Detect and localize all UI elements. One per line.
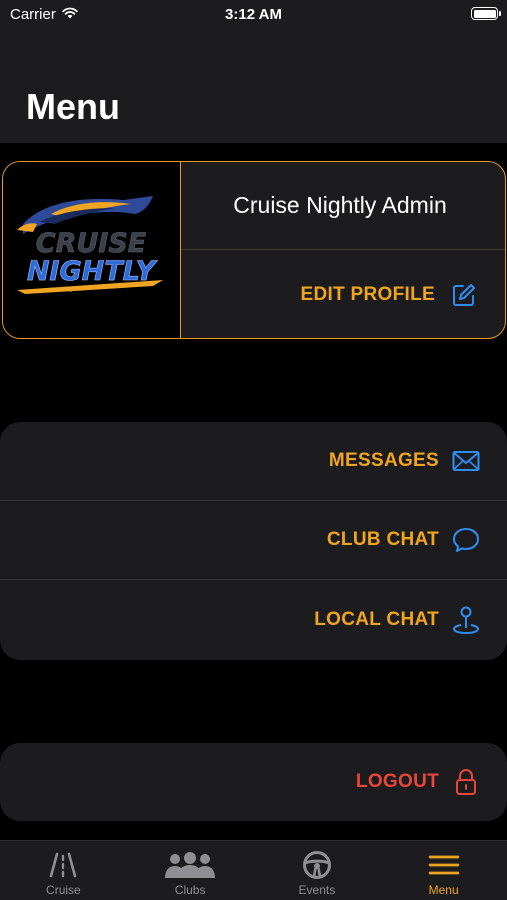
club-chat-label: CLUB CHAT (326, 529, 439, 550)
location-pin-icon (451, 605, 481, 635)
profile-card: CRUISE NIGHTLY Cruise Nightly Admin EDIT… (2, 161, 506, 339)
people-icon (163, 849, 217, 881)
edit-profile-button[interactable]: EDIT PROFILE (181, 251, 505, 338)
messages-button[interactable]: MESSAGES (0, 422, 507, 501)
edit-icon (449, 280, 479, 310)
status-time: 3:12 AM (225, 6, 282, 23)
tab-bar: Cruise Clubs Events Menu (0, 840, 507, 900)
profile-name-row: Cruise Nightly Admin (181, 162, 505, 250)
tab-cruise-label: Cruise (46, 883, 81, 897)
menu-group: MESSAGES CLUB CHAT LOCAL CHAT (0, 422, 507, 660)
club-chat-button[interactable]: CLUB CHAT (0, 501, 507, 580)
tab-menu[interactable]: Menu (380, 841, 507, 900)
battery-icon (471, 7, 501, 20)
chat-bubble-icon (451, 525, 481, 555)
tab-events-label: Events (298, 883, 336, 897)
logout-button[interactable]: LOGOUT (0, 743, 507, 821)
tab-clubs-label: Clubs (174, 883, 206, 897)
tab-menu-label: Menu (428, 883, 459, 897)
tab-events[interactable]: Events (254, 841, 381, 900)
cruise-nightly-logo: CRUISE NIGHTLY (3, 162, 181, 338)
svg-text:CRUISE: CRUISE (36, 228, 147, 259)
profile-name: Cruise Nightly Admin (233, 192, 447, 218)
local-chat-label: LOCAL CHAT (314, 608, 439, 630)
logout-label: LOGOUT (355, 771, 439, 792)
local-chat-button[interactable]: LOCAL CHAT (0, 580, 507, 659)
page-title: Menu (26, 86, 120, 127)
envelope-icon (451, 446, 481, 476)
tab-cruise[interactable]: Cruise (0, 841, 127, 900)
header-area: Carrier 3:12 AM Menu (0, 0, 507, 143)
edit-profile-label: EDIT PROFILE (300, 283, 435, 305)
messages-label: MESSAGES (328, 450, 439, 471)
status-bar: Carrier 3:12 AM (0, 0, 507, 30)
lock-icon (451, 767, 481, 797)
logout-group: LOGOUT (0, 743, 507, 821)
tab-clubs[interactable]: Clubs (127, 841, 254, 900)
steering-wheel-icon (302, 849, 332, 881)
hamburger-icon (428, 849, 459, 881)
road-icon (45, 849, 81, 881)
